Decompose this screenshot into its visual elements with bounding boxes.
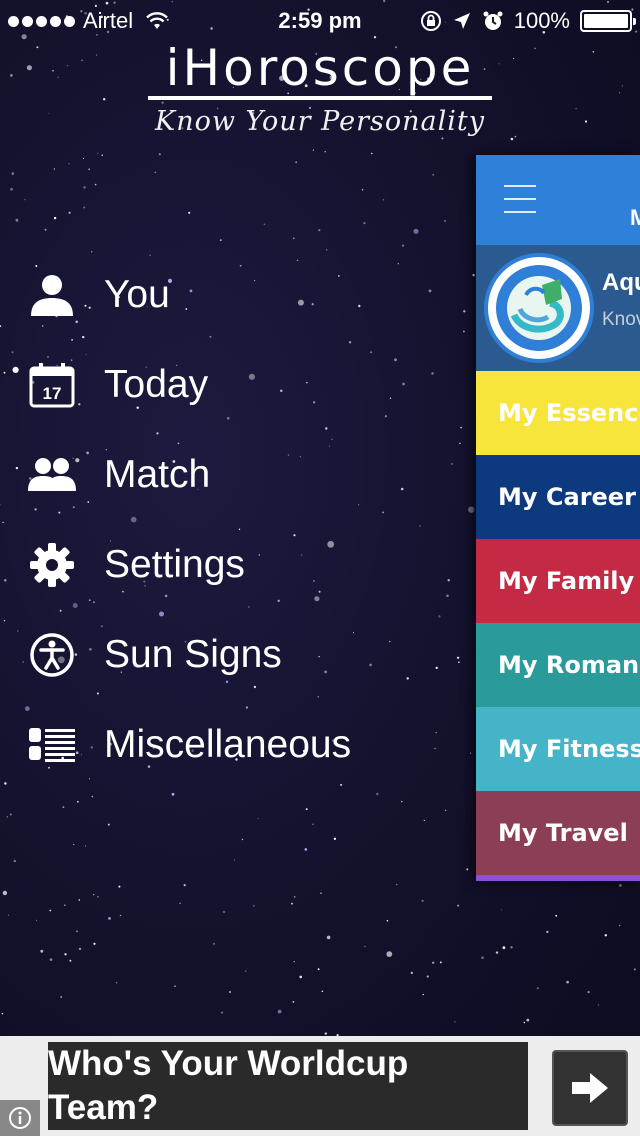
category-list: My Essence My Career My Family My Romanc…	[476, 371, 640, 875]
people-icon	[28, 451, 76, 499]
calendar-icon: 17	[28, 361, 76, 409]
panel-header: M	[476, 155, 640, 245]
sun-sign-header[interactable]: Aqu Knov	[476, 245, 640, 371]
accessibility-icon	[28, 631, 76, 679]
arrow-right-icon	[572, 1073, 608, 1103]
category-my-fitness[interactable]: My Fitness	[476, 707, 640, 791]
category-my-family[interactable]: My Family	[476, 539, 640, 623]
battery-icon	[580, 10, 636, 32]
aquarius-logo-icon	[484, 253, 594, 363]
app-logo: iHoroscope Know Your Personality	[148, 40, 492, 137]
menu-label-miscellaneous: Miscellaneous	[104, 723, 352, 766]
menu-label-settings: Settings	[104, 543, 245, 586]
menu-label-match: Match	[104, 453, 211, 496]
category-label: My Career	[498, 483, 636, 511]
category-label: My Family	[498, 567, 635, 595]
menu-item-settings[interactable]: Settings	[28, 520, 468, 610]
category-label: My Fitness	[498, 735, 640, 763]
side-menu: You 17 Today Match Settings Sun Signs Mi…	[28, 250, 468, 790]
ad-info-button[interactable]	[0, 1100, 40, 1136]
sign-subtitle: Knov	[602, 309, 640, 330]
panel-bottom-strip	[476, 875, 640, 881]
category-label: My Romance	[498, 651, 640, 679]
menu-item-today[interactable]: 17 Today	[28, 340, 468, 430]
app-title: iHoroscope	[165, 39, 475, 97]
main-content-panel[interactable]: M Aqu Knov My Essence My Career My Famil…	[476, 155, 640, 881]
category-my-romance[interactable]: My Romance	[476, 623, 640, 707]
menu-item-you[interactable]: You	[28, 250, 468, 340]
panel-title: M	[630, 205, 640, 230]
status-bar: Airtel 2:59 pm 100%	[0, 0, 640, 40]
battery-percent: 100%	[513, 8, 570, 33]
calendar-day: 17	[43, 384, 62, 403]
app-tagline: Know Your Personality	[155, 106, 485, 137]
sign-name: Aqu	[602, 269, 640, 296]
gear-icon	[28, 541, 76, 589]
ad-text: Who's Your Worldcup Team?	[48, 1042, 528, 1130]
ad-arrow-button[interactable]	[552, 1050, 628, 1126]
ad-banner[interactable]: Who's Your Worldcup Team?	[0, 1036, 640, 1136]
rotation-lock-icon	[420, 11, 441, 31]
list-icon	[28, 721, 76, 769]
menu-item-sun-signs[interactable]: Sun Signs	[28, 610, 468, 700]
location-icon	[453, 13, 470, 29]
hamburger-menu-icon[interactable]	[504, 185, 536, 213]
menu-item-match[interactable]: Match	[28, 430, 468, 520]
category-my-career[interactable]: My Career	[476, 455, 640, 539]
category-my-essence[interactable]: My Essence	[476, 371, 640, 455]
info-icon	[9, 1107, 31, 1129]
alarm-icon	[483, 11, 503, 30]
menu-label-sun-signs: Sun Signs	[104, 633, 282, 676]
menu-item-miscellaneous[interactable]: Miscellaneous	[28, 700, 468, 790]
menu-label-today: Today	[104, 363, 209, 406]
category-label: My Essence	[498, 399, 640, 427]
person-icon	[28, 271, 76, 319]
menu-label-you: You	[104, 273, 170, 316]
category-my-travel[interactable]: My Travel	[476, 791, 640, 875]
category-label: My Travel	[498, 819, 628, 847]
